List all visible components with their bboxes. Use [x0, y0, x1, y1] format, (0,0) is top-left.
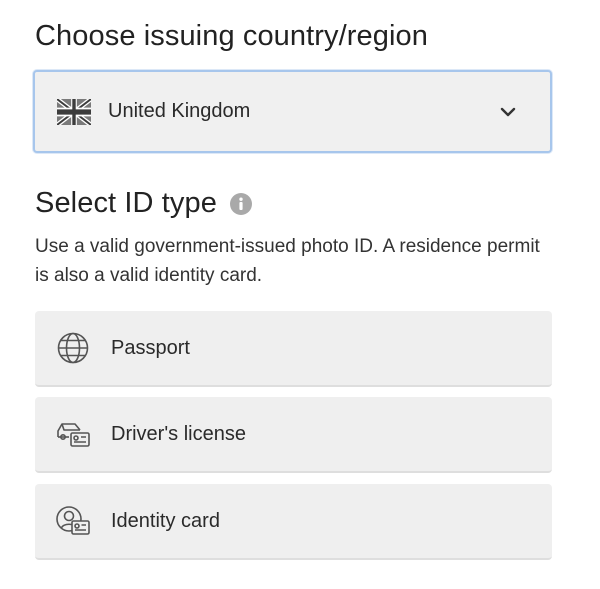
id-option-label: Passport: [111, 336, 190, 359]
country-heading: Choose issuing country/region: [35, 20, 429, 52]
id-option-label: Identity card: [111, 509, 220, 532]
id-type-help-text: Use a valid government-issued photo ID. …: [35, 236, 540, 286]
id-type-heading-text: Select ID type: [35, 187, 217, 219]
id-option-identity-card[interactable]: Identity card: [35, 484, 552, 560]
info-icon[interactable]: [229, 192, 252, 215]
id-type-heading: Select ID type: [35, 187, 252, 220]
person-card-icon: [55, 503, 91, 539]
uk-flag-icon: [57, 98, 91, 125]
country-select[interactable]: United Kingdom: [33, 70, 552, 153]
chevron-down-icon: [500, 107, 516, 117]
id-option-drivers-license[interactable]: Driver's license: [35, 397, 552, 473]
id-option-passport[interactable]: Passport: [35, 311, 552, 387]
selected-country: United Kingdom: [108, 100, 251, 122]
id-option-label: Driver's license: [111, 422, 246, 445]
car-card-icon: [55, 416, 91, 452]
globe-icon: [55, 330, 91, 366]
